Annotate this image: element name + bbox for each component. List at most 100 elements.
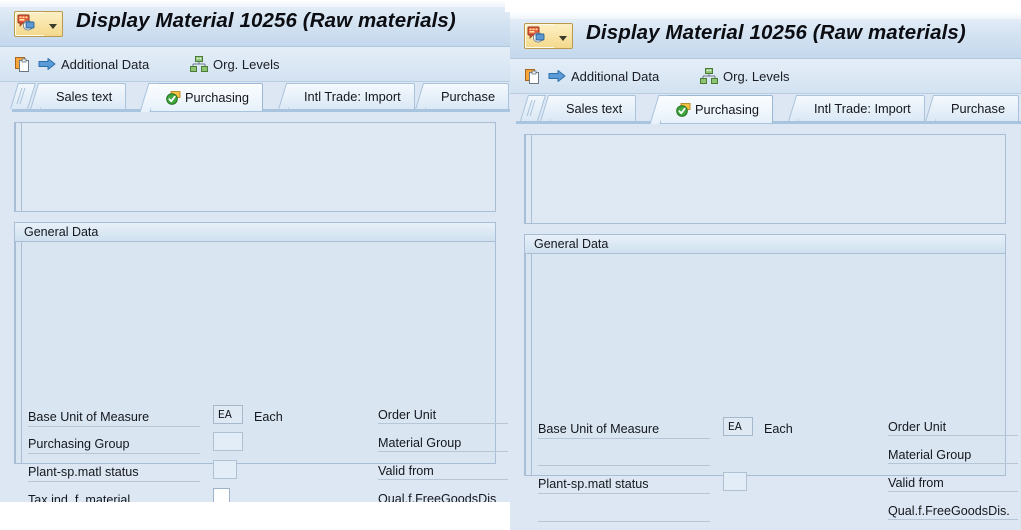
left-general-data-box: General Data bbox=[14, 222, 496, 464]
box-left-rail bbox=[15, 223, 22, 463]
base-unit-input[interactable]: EA bbox=[723, 417, 753, 436]
page-title: Display Material 10256 (Raw materials) bbox=[586, 21, 966, 44]
tab-intl-trade-label: Intl Trade: Import bbox=[814, 101, 911, 116]
screenshot-root: Display Material 10256 (Raw materials) A… bbox=[0, 0, 1021, 530]
row-label-tax-ind: Tax ind. f. material bbox=[28, 493, 131, 502]
additional-data-button[interactable]: Additional Data bbox=[38, 52, 149, 76]
tab-sales-text-label: Sales text bbox=[566, 101, 623, 116]
arrow-right-icon bbox=[548, 70, 566, 82]
sap-material-icon-glyph bbox=[17, 14, 35, 31]
org-tree-icon bbox=[700, 68, 718, 84]
tab-slant bbox=[139, 83, 159, 112]
right-tabstrip: Sales text Purchasing Intl Trade: Import… bbox=[510, 94, 1021, 124]
row-underline bbox=[28, 481, 200, 482]
right-label-valid-from: Valid from bbox=[888, 476, 1018, 492]
row-underline bbox=[538, 465, 710, 466]
tab-intl-trade-import[interactable]: Intl Trade: Import bbox=[277, 83, 415, 110]
right-sap-window: Display Material 10256 (Raw materials) A… bbox=[510, 12, 1021, 530]
top-left-white-gutter bbox=[505, 0, 513, 12]
left-header-box bbox=[14, 122, 496, 212]
org-levels-button[interactable]: Org. Levels bbox=[700, 64, 789, 88]
right-label-material-group: Material Group bbox=[888, 448, 1018, 464]
general-data-title: General Data bbox=[15, 223, 495, 242]
plant-sp-matl-status-input[interactable] bbox=[213, 460, 237, 479]
menu-caret-button[interactable] bbox=[44, 11, 63, 37]
base-unit-input[interactable]: EA bbox=[213, 405, 243, 424]
general-data-title: General Data bbox=[525, 235, 1005, 254]
tab-sales-text[interactable]: Sales text bbox=[29, 83, 127, 110]
right-header-box bbox=[524, 134, 1006, 224]
tab-purchasing[interactable]: Purchasing bbox=[139, 83, 264, 112]
org-levels-label: Org. Levels bbox=[213, 56, 280, 72]
bottom-white-gutter bbox=[0, 502, 510, 530]
page-title: Display Material 10256 (Raw materials) bbox=[76, 9, 456, 32]
tab-intl-trade-label: Intl Trade: Import bbox=[304, 89, 401, 104]
right-toolbar: Additional Data Org. Levels bbox=[510, 59, 1021, 94]
box-left-rail bbox=[525, 235, 532, 475]
plant-sp-matl-status-input[interactable] bbox=[723, 472, 747, 491]
sap-material-icon bbox=[524, 23, 556, 49]
box-left-rail bbox=[15, 123, 22, 211]
base-unit-suffix: Each bbox=[764, 422, 793, 436]
tab-purchase-label: Purchase bbox=[951, 101, 1006, 116]
additional-data-label: Additional Data bbox=[61, 56, 150, 72]
additional-data-button[interactable]: Additional Data bbox=[548, 64, 659, 88]
row-label-base-unit: Base Unit of Measure bbox=[28, 410, 150, 424]
tab-purchase[interactable]: Purchase bbox=[414, 83, 510, 110]
tab-purchasing[interactable]: Purchasing bbox=[649, 95, 774, 124]
tax-ind-input[interactable] bbox=[213, 488, 230, 502]
row-label-plant-sp-matl-status: Plant-sp.matl status bbox=[538, 477, 649, 491]
row-label-purchasing-group: Purchasing Group bbox=[28, 437, 130, 451]
tab-purchasing-label: Purchasing bbox=[695, 102, 760, 117]
row-underline bbox=[28, 453, 200, 454]
green-check-icon bbox=[676, 102, 691, 117]
row-underline bbox=[538, 438, 710, 439]
row-underline bbox=[538, 493, 710, 494]
right-label-qual-free-goods: Qual.f.FreeGoodsDis. bbox=[888, 504, 1018, 520]
right-titlebar: Display Material 10256 (Raw materials) bbox=[510, 12, 1021, 59]
arrow-right-icon bbox=[38, 58, 56, 70]
left-sap-window: Display Material 10256 (Raw materials) A… bbox=[0, 0, 510, 502]
copy-icon bbox=[525, 68, 539, 84]
menu-caret-button[interactable] bbox=[554, 23, 573, 49]
copy-icon bbox=[15, 56, 29, 72]
copy-button[interactable] bbox=[525, 64, 541, 88]
org-tree-icon bbox=[190, 56, 208, 72]
tab-purchasing-label: Purchasing bbox=[185, 90, 250, 105]
right-label-order-unit: Order Unit bbox=[378, 408, 508, 424]
right-window-content: Display Material 10256 (Raw materials) A… bbox=[510, 12, 1021, 524]
tab-slant bbox=[649, 95, 669, 124]
green-check-icon bbox=[166, 90, 181, 105]
sap-material-icon-glyph bbox=[527, 26, 545, 43]
tab-slant bbox=[787, 95, 807, 122]
left-titlebar: Display Material 10256 (Raw materials) bbox=[0, 0, 510, 47]
tab-sales-text-label: Sales text bbox=[56, 89, 113, 104]
right-label-valid-from: Valid from bbox=[378, 464, 508, 480]
left-toolbar: Additional Data Org. Levels bbox=[0, 47, 510, 82]
right-general-data-box: General Data bbox=[524, 234, 1006, 476]
right-label-order-unit: Order Unit bbox=[888, 420, 1018, 436]
left-window-content: Display Material 10256 (Raw materials) A… bbox=[0, 0, 510, 502]
tab-intl-trade-import[interactable]: Intl Trade: Import bbox=[787, 95, 925, 122]
tab-slant bbox=[277, 83, 297, 110]
copy-button[interactable] bbox=[15, 52, 31, 76]
right-label-qual-free-goods: Qual.f.FreeGoodsDis bbox=[378, 492, 508, 502]
row-underline bbox=[538, 521, 710, 522]
row-label-base-unit: Base Unit of Measure bbox=[538, 422, 660, 436]
additional-data-label: Additional Data bbox=[571, 68, 660, 84]
tab-purchase-label: Purchase bbox=[441, 89, 496, 104]
row-label-plant-sp-matl-status: Plant-sp.matl status bbox=[28, 465, 139, 479]
tab-slant bbox=[924, 95, 944, 122]
purchasing-group-input[interactable] bbox=[213, 432, 243, 451]
left-form-area: Material 10256 bbox=[0, 112, 510, 502]
base-unit-suffix: Each bbox=[254, 410, 283, 424]
left-tabstrip: Sales text Purchasing Intl Trade: Import… bbox=[0, 82, 510, 112]
tab-purchase[interactable]: Purchase bbox=[924, 95, 1020, 122]
row-underline bbox=[28, 426, 200, 427]
sap-material-icon bbox=[14, 11, 46, 37]
box-left-rail bbox=[525, 135, 532, 223]
right-form-area: Material 10256 bbox=[510, 124, 1021, 524]
org-levels-button[interactable]: Org. Levels bbox=[190, 52, 279, 76]
tab-slant bbox=[414, 83, 434, 110]
tab-sales-text[interactable]: Sales text bbox=[539, 95, 637, 122]
